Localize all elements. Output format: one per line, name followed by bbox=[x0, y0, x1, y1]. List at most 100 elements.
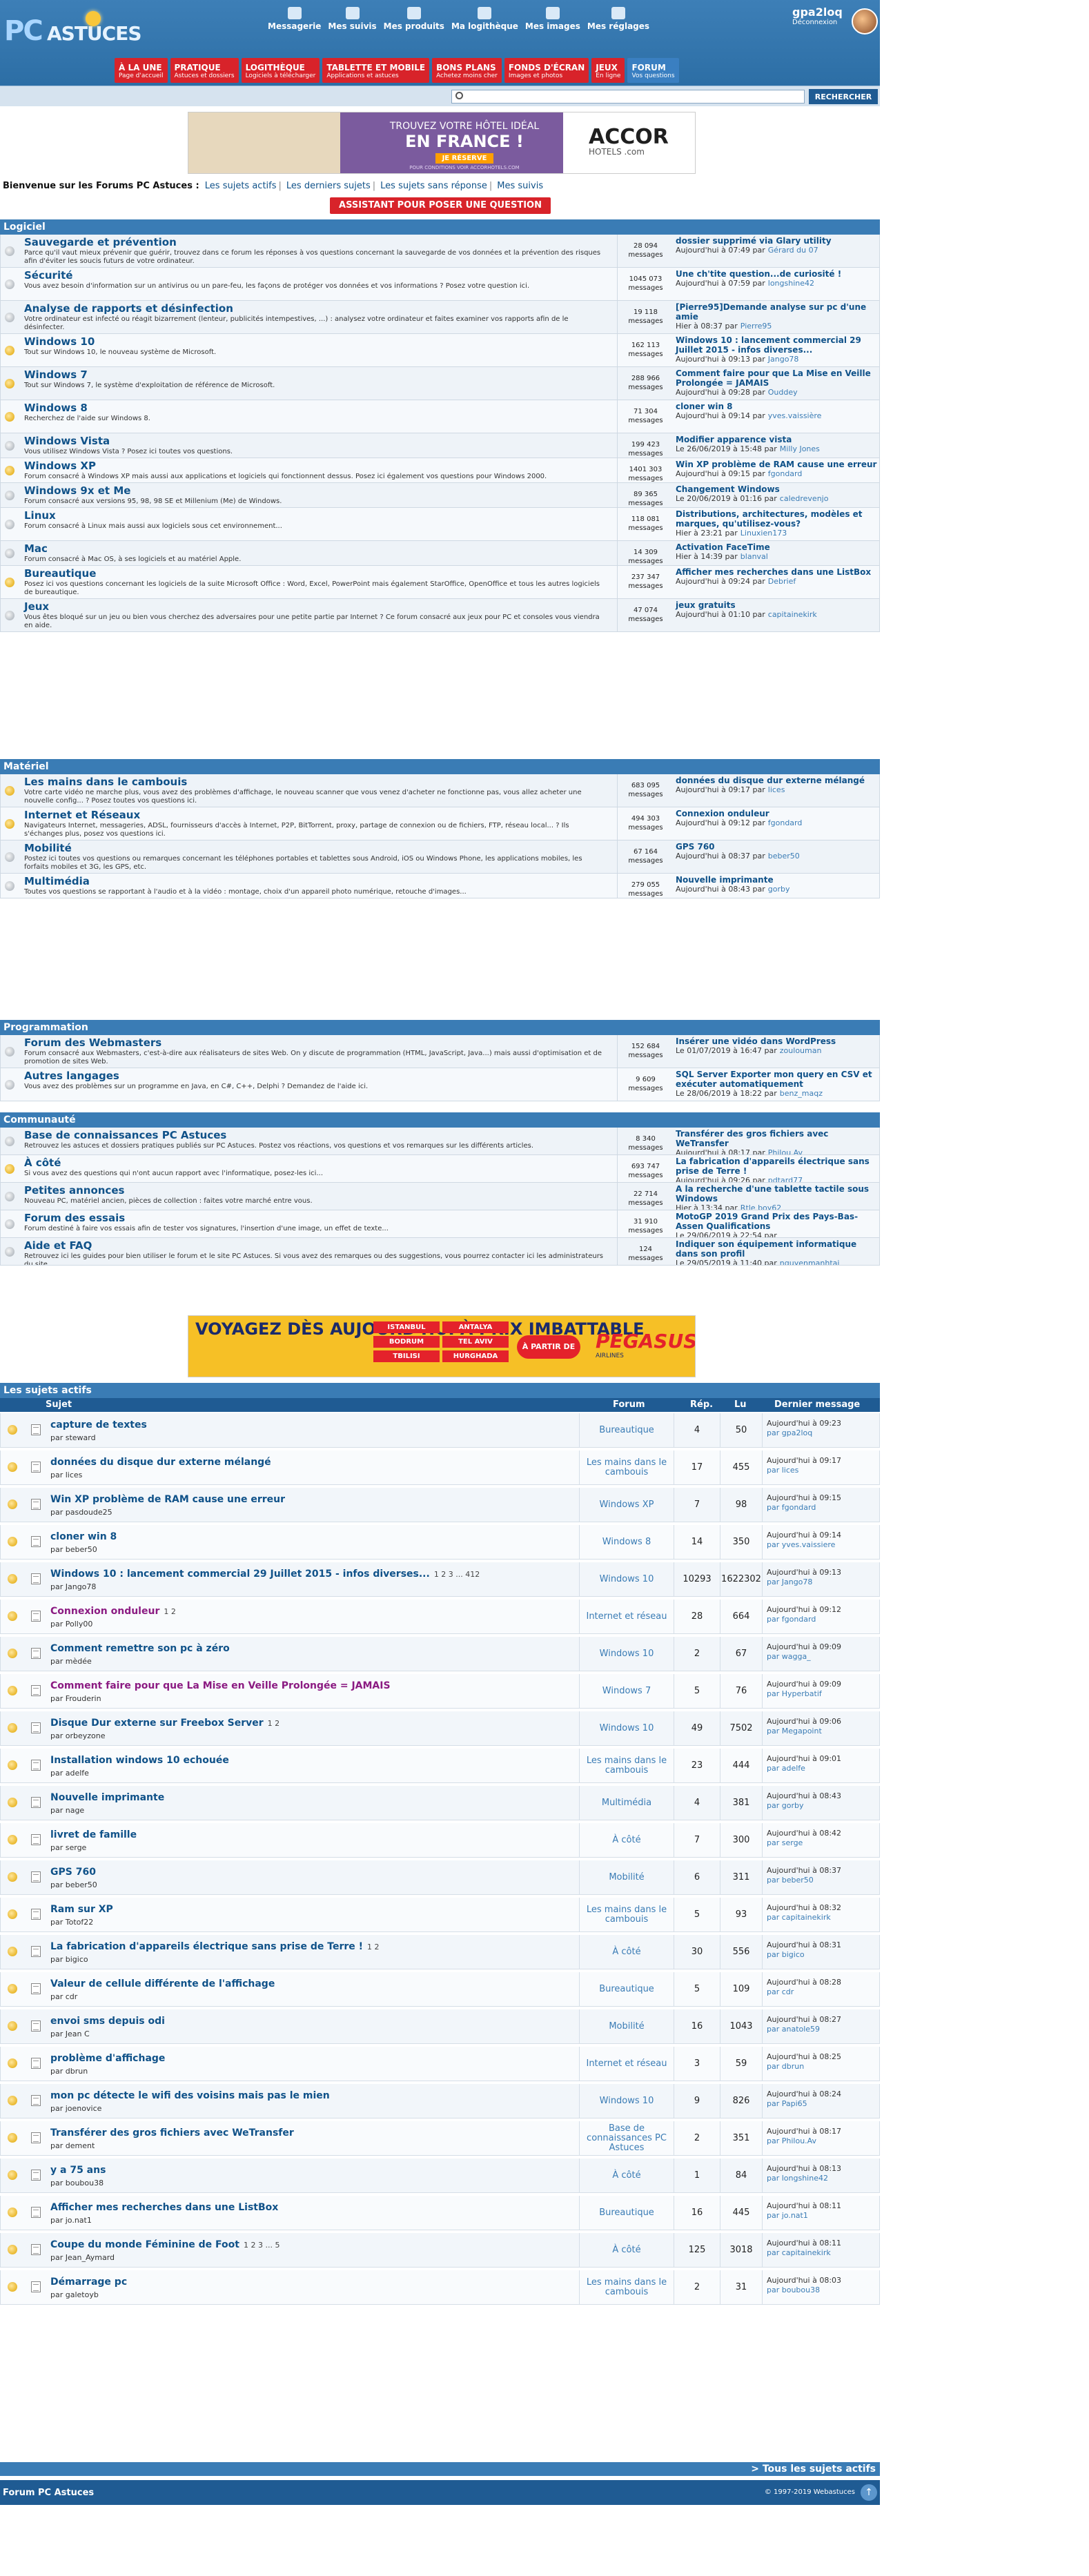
topic-forum-link[interactable]: Mobilité bbox=[579, 2009, 674, 2043]
forum-name-link[interactable]: Internet et Réseaux bbox=[24, 809, 140, 821]
topic-forum-link[interactable]: Base de connaissances PC Astuces bbox=[579, 2121, 674, 2155]
topic-title-link[interactable]: GPS 760 bbox=[50, 1867, 96, 1878]
category-tab[interactable]: PRATIQUE Astuces et dossiers bbox=[170, 58, 239, 83]
last-message-author-link[interactable]: par Philou.Av bbox=[767, 2136, 816, 2145]
topic-title-link[interactable]: Windows 10 : lancement commercial 29 Jui… bbox=[50, 1569, 480, 1580]
forum-name-link[interactable]: Jeux bbox=[24, 600, 49, 613]
last-post-author-link[interactable]: Jango78 bbox=[768, 355, 799, 364]
site-logo[interactable]: PC ASTUCES bbox=[4, 7, 149, 51]
topic-title-link[interactable]: problème d'affichage bbox=[50, 2053, 165, 2064]
topic-title-link[interactable]: données du disque dur externe mélangé bbox=[50, 1457, 271, 1468]
topic-pages[interactable]: 1 2 3 ... 5 bbox=[244, 2241, 279, 2250]
topic-title-link[interactable]: y a 75 ans bbox=[50, 2165, 106, 2176]
last-post-title-link[interactable]: Activation FaceTime bbox=[676, 542, 770, 552]
topic-title-link[interactable]: Installation windows 10 echouée bbox=[50, 1755, 229, 1766]
last-message-author-link[interactable]: par fgondard bbox=[767, 1615, 816, 1624]
user-nav-item[interactable]: Mes suivis bbox=[328, 7, 377, 31]
topic-title-link[interactable]: Coupe du monde Féminine de Foot 1 2 3 ...… bbox=[50, 2239, 279, 2250]
topic-forum-link[interactable]: Bureautique bbox=[579, 1972, 674, 2006]
last-message-author-link[interactable]: par fgondard bbox=[767, 1503, 816, 1512]
forum-name-link[interactable]: Windows Vista bbox=[24, 435, 110, 447]
last-message-author-link[interactable]: par Hyperbatif bbox=[767, 1689, 822, 1698]
last-post-author-link[interactable]: yves.vaissière bbox=[768, 411, 822, 420]
last-message-author-link[interactable]: par adelfe bbox=[767, 1764, 805, 1773]
forum-name-link[interactable]: Sécurité bbox=[24, 269, 72, 282]
forum-name-link[interactable]: Bureautique bbox=[24, 567, 96, 580]
last-post-title-link[interactable]: Transférer des gros fichiers avec WeTran… bbox=[676, 1129, 828, 1148]
avatar[interactable] bbox=[852, 8, 878, 35]
last-message-author-link[interactable]: par capitainekirk bbox=[767, 2248, 831, 2257]
forum-name-link[interactable]: Multimédia bbox=[24, 875, 90, 887]
topic-forum-link[interactable]: À côté bbox=[579, 2159, 674, 2192]
category-tab[interactable]: TABLETTE ET MOBILE Applications et astuce… bbox=[322, 58, 430, 83]
topic-forum-link[interactable]: Windows 10 bbox=[579, 1562, 674, 1596]
last-post-title-link[interactable]: MotoGP 2019 Grand Prix des Pays-Bas-Asse… bbox=[676, 1212, 858, 1231]
topic-forum-link[interactable]: À côté bbox=[579, 2233, 674, 2267]
topic-forum-link[interactable]: Windows XP bbox=[579, 1488, 674, 1522]
topic-title-link[interactable]: La fabrication d'appareils électrique sa… bbox=[50, 1941, 380, 1952]
topic-forum-link[interactable]: Internet et réseau bbox=[579, 2047, 674, 2081]
topic-forum-link[interactable]: Windows 7 bbox=[579, 1674, 674, 1708]
forum-name-link[interactable]: Analyse de rapports et désinfection bbox=[24, 302, 233, 315]
category-tab[interactable]: FONDS D'ÉCRAN Images et photos bbox=[504, 58, 589, 83]
topic-forum-link[interactable]: Windows 10 bbox=[579, 1711, 674, 1745]
last-message-author-link[interactable]: par dbrun bbox=[767, 2062, 804, 2071]
last-post-author-link[interactable]: gorby bbox=[768, 885, 790, 894]
back-to-top-icon[interactable]: ↑ bbox=[861, 2484, 877, 2501]
category-tab[interactable]: À LA UNE Page d'accueil bbox=[115, 58, 168, 83]
last-message-author-link[interactable]: par serge bbox=[767, 1838, 803, 1847]
last-post-author-link[interactable]: zoulouman bbox=[780, 1046, 822, 1055]
topic-title-link[interactable]: Ram sur XP bbox=[50, 1904, 113, 1915]
welcome-link[interactable]: Les sujets sans réponse bbox=[380, 181, 487, 191]
user-nav-item[interactable]: Mes images bbox=[525, 7, 580, 31]
last-message-author-link[interactable]: par lices bbox=[767, 1466, 798, 1475]
last-post-title-link[interactable]: données du disque dur externe mélangé bbox=[676, 776, 865, 785]
forum-name-link[interactable]: Base de connaissances PC Astuces bbox=[24, 1129, 226, 1141]
last-message-author-link[interactable]: par anatole59 bbox=[767, 2025, 820, 2034]
last-post-title-link[interactable]: Modifier apparence vista bbox=[676, 435, 792, 444]
forum-name-link[interactable]: Mac bbox=[24, 542, 48, 555]
last-post-author-link[interactable]: lices bbox=[768, 785, 785, 794]
last-post-title-link[interactable]: jeux gratuits bbox=[676, 600, 736, 610]
topic-forum-link[interactable]: Windows 10 bbox=[579, 2084, 674, 2118]
forum-name-link[interactable]: À côté bbox=[24, 1157, 61, 1169]
last-post-author-link[interactable]: blanval bbox=[740, 552, 768, 561]
footer-title[interactable]: Forum PC Astuces bbox=[3, 2488, 94, 2498]
forum-name-link[interactable]: Mobilité bbox=[24, 842, 72, 854]
topic-pages[interactable]: 1 2 bbox=[367, 1943, 380, 1951]
user-nav-item[interactable]: Mes produits bbox=[384, 7, 444, 31]
last-post-author-link[interactable]: pdtard77 bbox=[768, 1176, 803, 1182]
topic-forum-link[interactable]: Windows 10 bbox=[579, 1637, 674, 1671]
topic-title-link[interactable]: capture de textes bbox=[50, 1419, 147, 1430]
last-post-author-link[interactable]: Ouddey bbox=[768, 388, 798, 397]
last-post-author-link[interactable]: benz_maqz bbox=[780, 1089, 823, 1098]
user-nav-item[interactable]: Ma logithèque bbox=[451, 7, 518, 31]
topic-title-link[interactable]: Afficher mes recherches dans une ListBox bbox=[50, 2202, 278, 2213]
all-active-topics-link[interactable]: > Tous les sujets actifs bbox=[0, 2462, 880, 2476]
topic-pages[interactable]: 1 2 3 ... 412 bbox=[434, 1570, 480, 1579]
last-post-author-link[interactable]: longshine42 bbox=[768, 279, 814, 288]
last-message-author-link[interactable]: par bigico bbox=[767, 1950, 805, 1959]
topic-forum-link[interactable]: À côté bbox=[579, 1935, 674, 1969]
search-button[interactable]: RECHERCHER bbox=[809, 89, 878, 104]
last-post-title-link[interactable]: Nouvelle imprimante bbox=[676, 875, 774, 885]
topic-forum-link[interactable]: Bureautique bbox=[579, 1413, 674, 1447]
topic-title-link[interactable]: Connexion onduleur 1 2 bbox=[50, 1606, 176, 1617]
last-post-title-link[interactable]: Indiquer son équipement informatique dan… bbox=[676, 1239, 856, 1259]
last-message-author-link[interactable]: par cdr bbox=[767, 1987, 794, 1996]
topic-title-link[interactable]: mon pc détecte le wifi des voisins mais … bbox=[50, 2090, 330, 2101]
topic-title-link[interactable]: Win XP problème de RAM cause une erreur bbox=[50, 1494, 285, 1505]
last-message-author-link[interactable]: par beber50 bbox=[767, 1876, 814, 1885]
last-post-title-link[interactable]: Connexion onduleur bbox=[676, 809, 769, 818]
welcome-link[interactable]: Mes suivis bbox=[497, 181, 543, 191]
last-post-title-link[interactable]: dossier supprimé via Glary utility bbox=[676, 236, 832, 246]
last-message-author-link[interactable]: par jo.nat1 bbox=[767, 2211, 808, 2220]
ad-cta-button[interactable]: À PARTIR DE bbox=[517, 1335, 580, 1359]
forum-name-link[interactable]: Aide et FAQ bbox=[24, 1239, 92, 1252]
forum-name-link[interactable]: Autres langages bbox=[24, 1070, 119, 1082]
forum-name-link[interactable]: Windows 9x et Me bbox=[24, 484, 130, 497]
topic-title-link[interactable]: Démarrage pc bbox=[50, 2277, 127, 2288]
last-post-author-link[interactable]: Linuxien173 bbox=[740, 529, 787, 538]
topic-forum-link[interactable]: Multimédia bbox=[579, 1786, 674, 1820]
forum-name-link[interactable]: Windows 7 bbox=[24, 368, 88, 381]
